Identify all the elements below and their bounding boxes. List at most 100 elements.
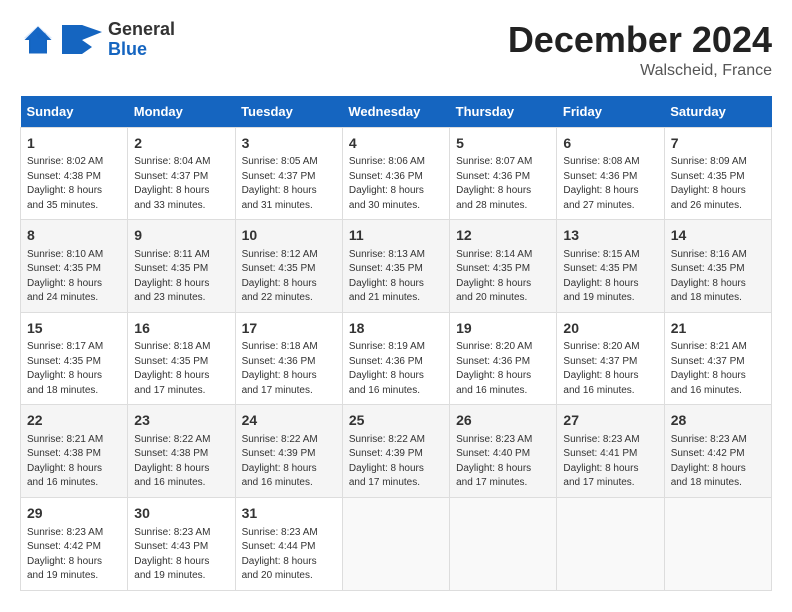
calendar-cell: 13Sunrise: 8:15 AMSunset: 4:35 PMDayligh… bbox=[557, 220, 664, 313]
calendar-cell: 9Sunrise: 8:11 AMSunset: 4:35 PMDaylight… bbox=[128, 220, 235, 313]
col-header-sunday: Sunday bbox=[21, 96, 128, 128]
col-header-thursday: Thursday bbox=[450, 96, 557, 128]
day-number: 31 bbox=[242, 504, 336, 524]
calendar-cell: 12Sunrise: 8:14 AMSunset: 4:35 PMDayligh… bbox=[450, 220, 557, 313]
calendar-cell bbox=[342, 497, 449, 590]
day-details: Sunrise: 8:22 AMSunset: 4:39 PMDaylight:… bbox=[349, 433, 443, 491]
day-number: 14 bbox=[671, 226, 765, 246]
calendar-cell: 30Sunrise: 8:23 AMSunset: 4:43 PMDayligh… bbox=[128, 497, 235, 590]
calendar-cell: 1Sunrise: 8:02 AMSunset: 4:38 PMDaylight… bbox=[21, 127, 128, 220]
calendar-cell: 22Sunrise: 8:21 AMSunset: 4:38 PMDayligh… bbox=[21, 405, 128, 498]
calendar-cell bbox=[450, 497, 557, 590]
month-title: December 2024 bbox=[508, 20, 772, 60]
day-number: 9 bbox=[134, 226, 228, 246]
calendar-cell: 29Sunrise: 8:23 AMSunset: 4:42 PMDayligh… bbox=[21, 497, 128, 590]
day-number: 3 bbox=[242, 134, 336, 154]
day-number: 29 bbox=[27, 504, 121, 524]
day-details: Sunrise: 8:07 AMSunset: 4:36 PMDaylight:… bbox=[456, 155, 550, 213]
day-details: Sunrise: 8:22 AMSunset: 4:39 PMDaylight:… bbox=[242, 433, 336, 491]
col-header-saturday: Saturday bbox=[664, 96, 771, 128]
day-details: Sunrise: 8:23 AMSunset: 4:41 PMDaylight:… bbox=[563, 433, 657, 491]
calendar-cell: 23Sunrise: 8:22 AMSunset: 4:38 PMDayligh… bbox=[128, 405, 235, 498]
day-number: 19 bbox=[456, 319, 550, 339]
calendar-header-row: SundayMondayTuesdayWednesdayThursdayFrid… bbox=[21, 96, 772, 128]
day-number: 1 bbox=[27, 134, 121, 154]
day-details: Sunrise: 8:19 AMSunset: 4:36 PMDaylight:… bbox=[349, 340, 443, 398]
calendar-cell: 4Sunrise: 8:06 AMSunset: 4:36 PMDaylight… bbox=[342, 127, 449, 220]
calendar-cell: 5Sunrise: 8:07 AMSunset: 4:36 PMDaylight… bbox=[450, 127, 557, 220]
calendar-table: SundayMondayTuesdayWednesdayThursdayFrid… bbox=[20, 96, 772, 591]
title-block: December 2024 Walscheid, France bbox=[508, 20, 772, 80]
day-number: 13 bbox=[563, 226, 657, 246]
day-details: Sunrise: 8:08 AMSunset: 4:36 PMDaylight:… bbox=[563, 155, 657, 213]
col-header-wednesday: Wednesday bbox=[342, 96, 449, 128]
day-details: Sunrise: 8:05 AMSunset: 4:37 PMDaylight:… bbox=[242, 155, 336, 213]
day-number: 7 bbox=[671, 134, 765, 154]
day-details: Sunrise: 8:23 AMSunset: 4:44 PMDaylight:… bbox=[242, 526, 336, 584]
day-details: Sunrise: 8:20 AMSunset: 4:36 PMDaylight:… bbox=[456, 340, 550, 398]
logo-icon bbox=[20, 22, 56, 58]
day-details: Sunrise: 8:23 AMSunset: 4:42 PMDaylight:… bbox=[671, 433, 765, 491]
day-number: 21 bbox=[671, 319, 765, 339]
calendar-week-row: 8Sunrise: 8:10 AMSunset: 4:35 PMDaylight… bbox=[21, 220, 772, 313]
day-number: 15 bbox=[27, 319, 121, 339]
calendar-week-row: 15Sunrise: 8:17 AMSunset: 4:35 PMDayligh… bbox=[21, 312, 772, 405]
day-number: 4 bbox=[349, 134, 443, 154]
calendar-cell: 8Sunrise: 8:10 AMSunset: 4:35 PMDaylight… bbox=[21, 220, 128, 313]
calendar-cell: 31Sunrise: 8:23 AMSunset: 4:44 PMDayligh… bbox=[235, 497, 342, 590]
calendar-cell: 17Sunrise: 8:18 AMSunset: 4:36 PMDayligh… bbox=[235, 312, 342, 405]
day-number: 12 bbox=[456, 226, 550, 246]
day-details: Sunrise: 8:22 AMSunset: 4:38 PMDaylight:… bbox=[134, 433, 228, 491]
day-number: 26 bbox=[456, 411, 550, 431]
day-number: 2 bbox=[134, 134, 228, 154]
day-details: Sunrise: 8:17 AMSunset: 4:35 PMDaylight:… bbox=[27, 340, 121, 398]
calendar-cell bbox=[557, 497, 664, 590]
day-number: 30 bbox=[134, 504, 228, 524]
day-number: 23 bbox=[134, 411, 228, 431]
day-details: Sunrise: 8:09 AMSunset: 4:35 PMDaylight:… bbox=[671, 155, 765, 213]
calendar-cell: 7Sunrise: 8:09 AMSunset: 4:35 PMDaylight… bbox=[664, 127, 771, 220]
day-details: Sunrise: 8:10 AMSunset: 4:35 PMDaylight:… bbox=[27, 248, 121, 306]
day-number: 6 bbox=[563, 134, 657, 154]
calendar-cell: 27Sunrise: 8:23 AMSunset: 4:41 PMDayligh… bbox=[557, 405, 664, 498]
calendar-cell: 24Sunrise: 8:22 AMSunset: 4:39 PMDayligh… bbox=[235, 405, 342, 498]
day-number: 22 bbox=[27, 411, 121, 431]
day-number: 18 bbox=[349, 319, 443, 339]
day-details: Sunrise: 8:21 AMSunset: 4:38 PMDaylight:… bbox=[27, 433, 121, 491]
day-number: 5 bbox=[456, 134, 550, 154]
day-details: Sunrise: 8:12 AMSunset: 4:35 PMDaylight:… bbox=[242, 248, 336, 306]
day-details: Sunrise: 8:06 AMSunset: 4:36 PMDaylight:… bbox=[349, 155, 443, 213]
calendar-week-row: 29Sunrise: 8:23 AMSunset: 4:42 PMDayligh… bbox=[21, 497, 772, 590]
day-details: Sunrise: 8:21 AMSunset: 4:37 PMDaylight:… bbox=[671, 340, 765, 398]
calendar-cell: 21Sunrise: 8:21 AMSunset: 4:37 PMDayligh… bbox=[664, 312, 771, 405]
calendar-cell: 11Sunrise: 8:13 AMSunset: 4:35 PMDayligh… bbox=[342, 220, 449, 313]
col-header-monday: Monday bbox=[128, 96, 235, 128]
calendar-cell: 25Sunrise: 8:22 AMSunset: 4:39 PMDayligh… bbox=[342, 405, 449, 498]
col-header-friday: Friday bbox=[557, 96, 664, 128]
calendar-cell bbox=[664, 497, 771, 590]
day-details: Sunrise: 8:13 AMSunset: 4:35 PMDaylight:… bbox=[349, 248, 443, 306]
logo-label: General Blue bbox=[108, 20, 175, 60]
day-number: 20 bbox=[563, 319, 657, 339]
day-number: 17 bbox=[242, 319, 336, 339]
location-label: Walscheid, France bbox=[508, 62, 772, 80]
calendar-cell: 26Sunrise: 8:23 AMSunset: 4:40 PMDayligh… bbox=[450, 405, 557, 498]
day-details: Sunrise: 8:18 AMSunset: 4:35 PMDaylight:… bbox=[134, 340, 228, 398]
day-number: 24 bbox=[242, 411, 336, 431]
general-blue-logo-graphic bbox=[60, 20, 104, 60]
calendar-cell: 3Sunrise: 8:05 AMSunset: 4:37 PMDaylight… bbox=[235, 127, 342, 220]
day-number: 8 bbox=[27, 226, 121, 246]
day-number: 16 bbox=[134, 319, 228, 339]
col-header-tuesday: Tuesday bbox=[235, 96, 342, 128]
calendar-cell: 6Sunrise: 8:08 AMSunset: 4:36 PMDaylight… bbox=[557, 127, 664, 220]
calendar-week-row: 1Sunrise: 8:02 AMSunset: 4:38 PMDaylight… bbox=[21, 127, 772, 220]
logo: General Blue bbox=[20, 20, 175, 60]
calendar-cell: 16Sunrise: 8:18 AMSunset: 4:35 PMDayligh… bbox=[128, 312, 235, 405]
day-number: 27 bbox=[563, 411, 657, 431]
logo-blue-text: Blue bbox=[108, 39, 147, 59]
logo-general-text: General bbox=[108, 19, 175, 39]
calendar-cell: 18Sunrise: 8:19 AMSunset: 4:36 PMDayligh… bbox=[342, 312, 449, 405]
calendar-cell: 14Sunrise: 8:16 AMSunset: 4:35 PMDayligh… bbox=[664, 220, 771, 313]
day-details: Sunrise: 8:02 AMSunset: 4:38 PMDaylight:… bbox=[27, 155, 121, 213]
calendar-cell: 19Sunrise: 8:20 AMSunset: 4:36 PMDayligh… bbox=[450, 312, 557, 405]
